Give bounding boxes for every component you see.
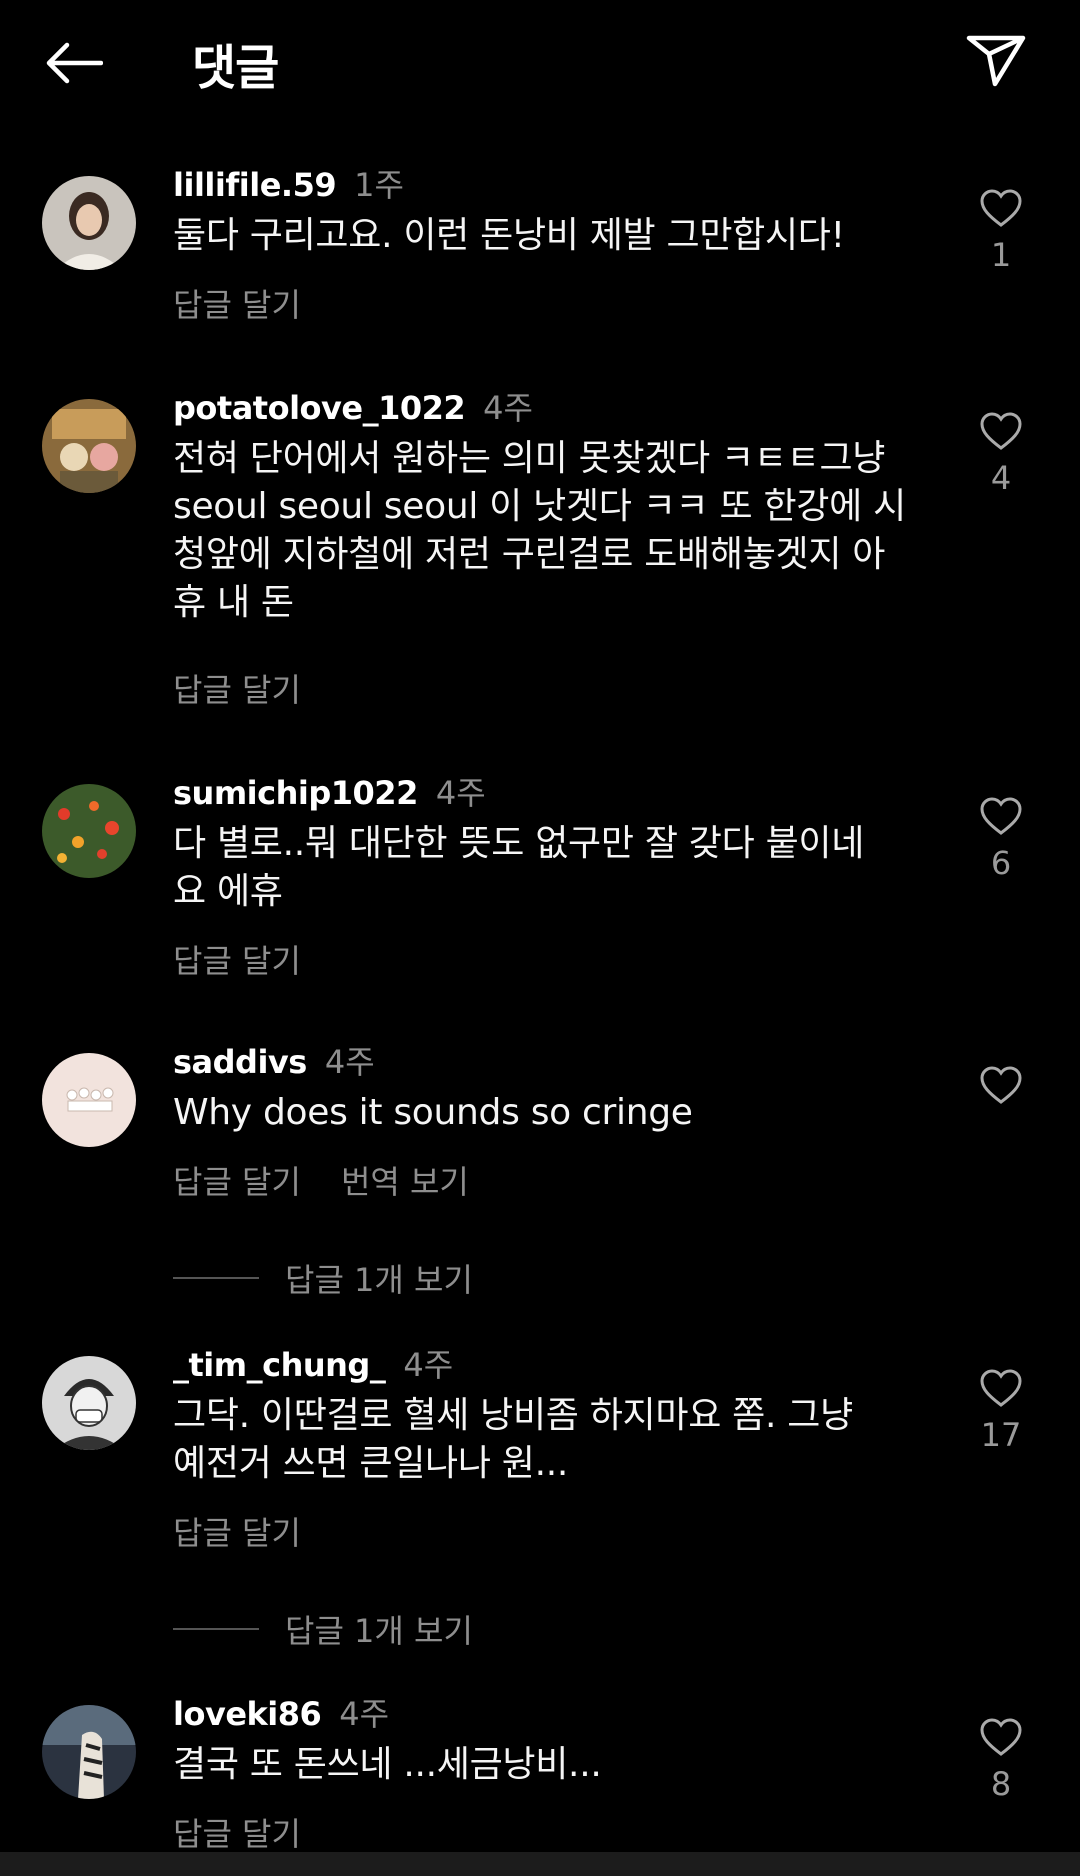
- reply-button[interactable]: 답글 달기: [173, 1815, 301, 1853]
- avatar-photo: [42, 399, 136, 493]
- comment-actions: 답글 달기: [173, 1508, 341, 1554]
- comment-line: 결국 또 돈쓰네 ...세금낭비...: [173, 1744, 602, 1785]
- like-count: 1: [990, 236, 1012, 274]
- comment-line: seoul seoul seoul 이 낫겟다 ㅋㅋ 또 한강에 시: [173, 486, 906, 527]
- like-count: 17: [980, 1416, 1022, 1454]
- reply-button[interactable]: 답글 달기: [173, 942, 301, 980]
- comment-text: 다 별로..뭐 대단한 뜻도 없구만 잘 갖다 붙이네 요 에휴: [173, 820, 953, 916]
- comment-meta: _tim_chung_ 4주: [173, 1340, 453, 1386]
- comment-line: 휴 내 돈: [173, 582, 294, 623]
- reply-button[interactable]: 답글 달기: [173, 671, 301, 709]
- username[interactable]: potatolove_1022: [173, 389, 466, 427]
- reply-button[interactable]: 답글 달기: [173, 286, 301, 324]
- reply-button[interactable]: 답글 달기: [173, 1514, 301, 1552]
- comment-line: 다 별로..뭐 대단한 뜻도 없구만 잘 갖다 붙이네: [173, 823, 865, 864]
- view-replies-label: 답글 1개 보기: [285, 1612, 473, 1650]
- comment-actions: 답글 달기: [173, 280, 341, 326]
- avatar-photo: [42, 176, 136, 270]
- heart-icon: [980, 1718, 1022, 1756]
- view-replies-label: 답글 1개 보기: [285, 1261, 473, 1299]
- like-button[interactable]: 17: [975, 1368, 1027, 1454]
- avatar[interactable]: [42, 1356, 136, 1450]
- avatar[interactable]: [42, 784, 136, 878]
- avatar[interactable]: [42, 1053, 136, 1147]
- comment-text: 전혀 단어에서 원하는 의미 못찾겠다 ㅋㅌㅌ그냥 seoul seoul se…: [173, 435, 953, 627]
- heart-icon: [980, 412, 1022, 450]
- back-button[interactable]: [38, 30, 108, 96]
- like-button[interactable]: [975, 1065, 1027, 1105]
- comment-text: Why does it sounds so cringe: [173, 1089, 953, 1137]
- comment-line: 예전거 쓰면 큰일나나 원...: [173, 1443, 569, 1484]
- like-button[interactable]: 4: [975, 411, 1027, 497]
- arrow-left-icon: [46, 42, 103, 84]
- comment-line: 그닥. 이딴걸로 혈세 낭비좀 하지마요 쫌. 그냥: [173, 1395, 853, 1436]
- bottom-bar: [0, 1852, 1080, 1876]
- comment-line: 전혀 단어에서 원하는 의미 못찾겠다 ㅋㅌㅌ그냥: [173, 438, 886, 479]
- like-count: 4: [990, 459, 1012, 497]
- heart-icon: [980, 797, 1022, 835]
- timestamp: 4주: [483, 389, 533, 427]
- heart-icon: [980, 1066, 1022, 1104]
- username[interactable]: loveki86: [173, 1695, 322, 1733]
- comment-actions: 답글 달기: [173, 1809, 341, 1855]
- like-count: 8: [990, 1765, 1012, 1803]
- comment-meta: loveki86 4주: [173, 1689, 389, 1735]
- comment-text: 결국 또 돈쓰네 ...세금낭비...: [173, 1741, 953, 1789]
- avatar-photo: [42, 1053, 136, 1147]
- comment-line: 요 에휴: [173, 871, 283, 912]
- comment-meta: lillifile.59 1주: [173, 160, 404, 206]
- share-button[interactable]: [960, 28, 1032, 92]
- comment-meta: saddivs 4주: [173, 1037, 375, 1083]
- avatar[interactable]: [42, 176, 136, 270]
- comment-meta: potatolove_1022 4주: [173, 383, 533, 429]
- avatar[interactable]: [42, 1705, 136, 1799]
- divider: [173, 1277, 259, 1279]
- timestamp: 1주: [354, 166, 404, 204]
- comment-actions: 답글 달기: [173, 936, 341, 982]
- username[interactable]: lillifile.59: [173, 166, 337, 204]
- comment-text: 둘다 구리고요. 이런 돈낭비 제발 그만합시다!: [173, 212, 953, 260]
- comment-actions: 답글 달기 번역 보기: [173, 1157, 509, 1203]
- like-button[interactable]: 6: [975, 796, 1027, 882]
- comment-line: Why does it sounds so cringe: [173, 1092, 693, 1133]
- comment-text: 그닥. 이딴걸로 혈세 낭비좀 하지마요 쫌. 그냥 예전거 쓰면 큰일나나 원…: [173, 1392, 953, 1488]
- heart-icon: [980, 1369, 1022, 1407]
- avatar-photo: [42, 1356, 136, 1450]
- translate-button[interactable]: 번역 보기: [341, 1163, 469, 1201]
- heart-icon: [980, 189, 1022, 227]
- top-bar: 댓글: [0, 0, 1080, 125]
- timestamp: 4주: [435, 774, 486, 812]
- page-title: 댓글: [192, 40, 279, 96]
- avatar-photo: [42, 784, 136, 878]
- like-button[interactable]: 1: [975, 188, 1027, 274]
- view-replies-button[interactable]: 답글 1개 보기: [173, 1255, 473, 1301]
- paper-plane-icon: [966, 35, 1026, 87]
- comment-actions: 답글 달기: [173, 665, 341, 711]
- comment-meta: sumichip1022 4주: [173, 768, 486, 814]
- comment-line: 청앞에 지하철에 저런 구린걸로 도배해놓겟지 아: [173, 534, 886, 575]
- avatar-photo: [42, 1705, 136, 1799]
- timestamp: 4주: [403, 1346, 454, 1384]
- username[interactable]: _tim_chung_: [173, 1346, 386, 1384]
- username[interactable]: sumichip1022: [173, 774, 418, 812]
- reply-button[interactable]: 답글 달기: [173, 1163, 301, 1201]
- avatar[interactable]: [42, 399, 136, 493]
- like-button[interactable]: 8: [975, 1717, 1027, 1803]
- timestamp: 4주: [324, 1043, 375, 1081]
- like-count: 6: [990, 844, 1012, 882]
- view-replies-button[interactable]: 답글 1개 보기: [173, 1606, 473, 1652]
- divider: [173, 1628, 259, 1630]
- username[interactable]: saddivs: [173, 1043, 307, 1081]
- comment-line: 둘다 구리고요. 이런 돈낭비 제발 그만합시다!: [173, 215, 845, 256]
- timestamp: 4주: [339, 1695, 390, 1733]
